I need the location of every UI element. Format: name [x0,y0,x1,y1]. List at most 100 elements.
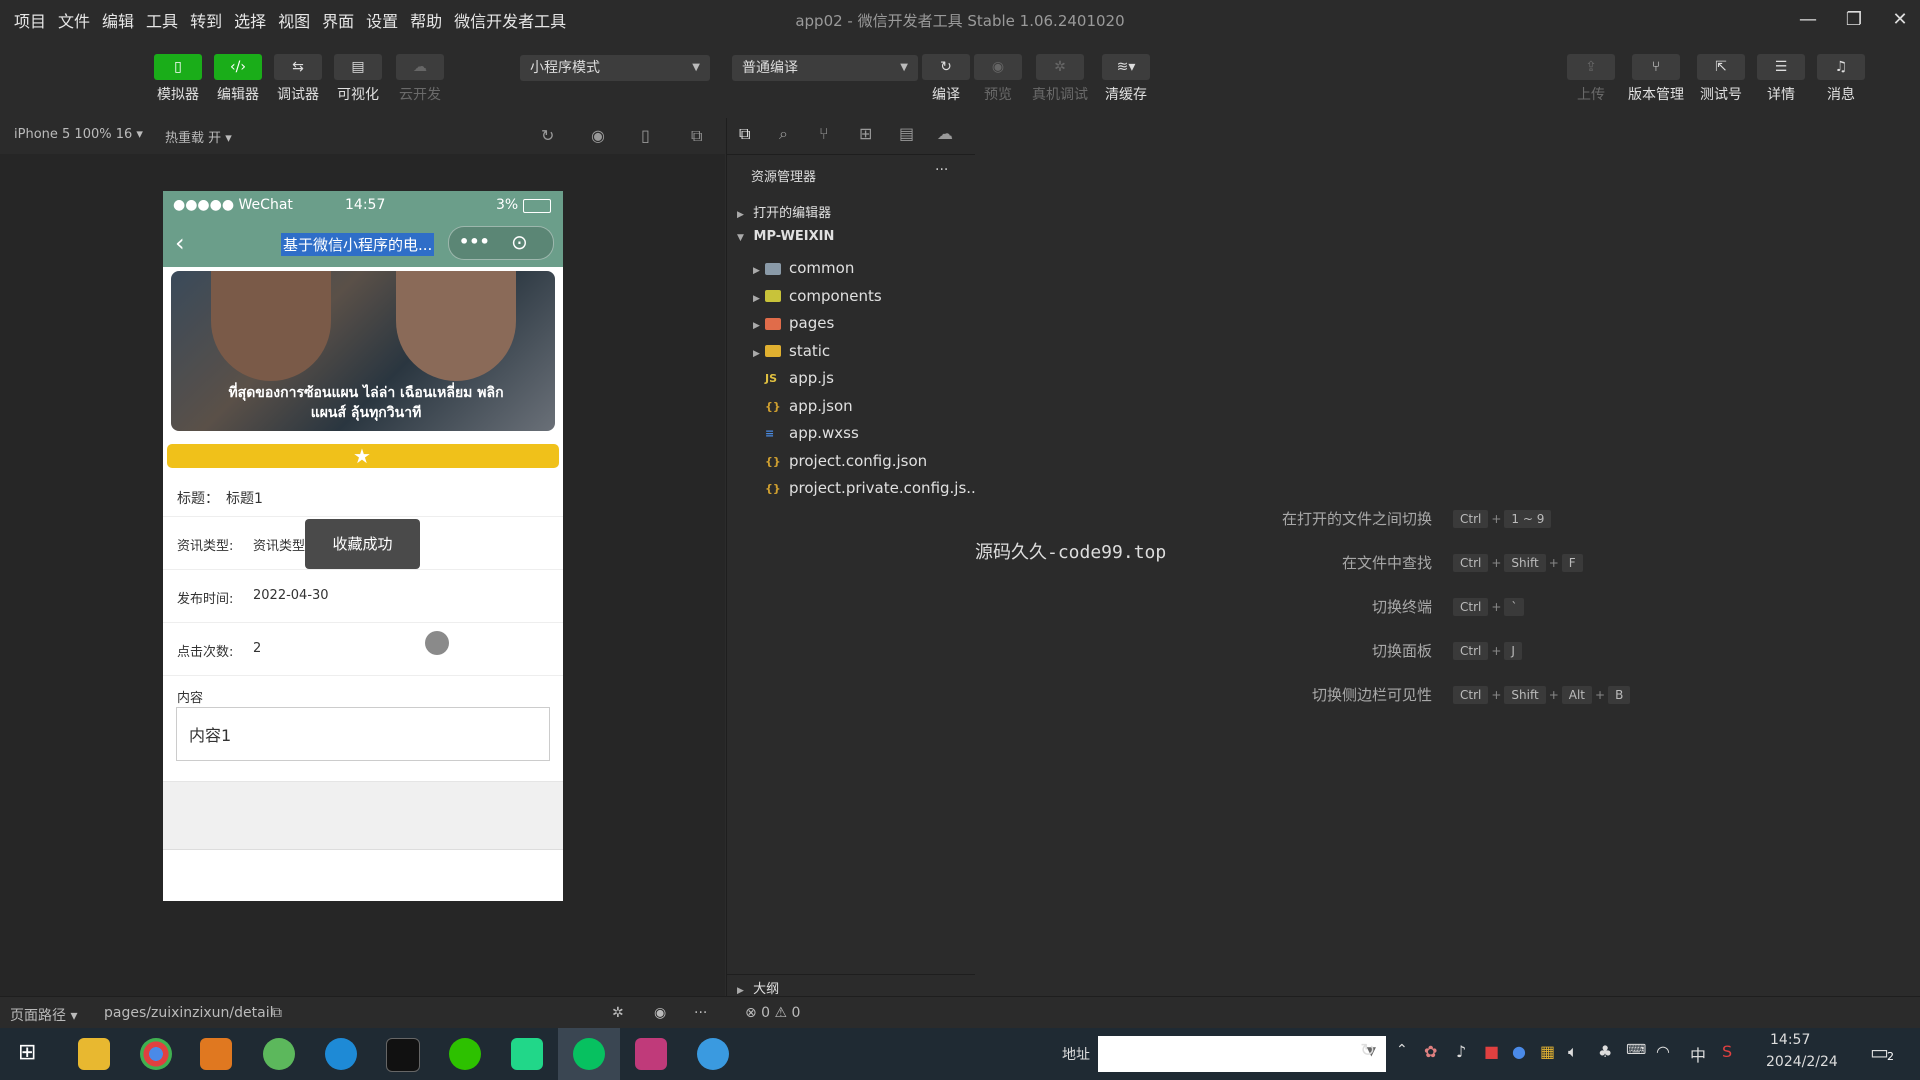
app-icon[interactable] [697,1038,729,1070]
file-json-icon: {} [765,399,781,413]
sogou-icon[interactable]: S [1722,1042,1732,1061]
close-icon[interactable]: ✕ [1886,6,1914,34]
mode-select[interactable]: 小程序模式 ▼ [520,55,710,81]
refresh-icon[interactable]: ↻ [1360,1040,1375,1061]
bug-icon[interactable]: ✲ [612,1005,624,1021]
extensions-icon[interactable]: ⊞ [859,124,872,143]
chrome-icon[interactable] [140,1038,172,1070]
intellij-icon[interactable] [635,1038,667,1070]
refresh-icon: ↻ [922,54,970,80]
popout-icon[interactable]: ⧉ [691,126,702,146]
search-icon[interactable]: ⌕ [779,124,788,144]
toast-message: 收藏成功 [305,519,420,569]
tree-item-static[interactable]: ▶ static [753,342,830,360]
wechat-devtools-icon[interactable] [573,1038,605,1070]
files-icon[interactable]: ⧉ [739,124,750,144]
more-icon[interactable]: ••• [459,232,490,251]
tree-item-app-json[interactable]: {} app.json [765,397,853,415]
device-select[interactable]: iPhone 5 100% 16 ▾ [14,127,143,142]
compile-select[interactable]: 普通编译 ▼ [732,55,918,81]
toolbar-phone-button[interactable]: ▯ 模拟器 [150,54,206,104]
page-path-label[interactable]: 页面路径 ▾ [10,1005,77,1025]
ime-mode-icon[interactable]: ⌨ [1626,1042,1646,1058]
wechat-icon[interactable] [449,1038,481,1070]
toolbar-upload-button[interactable]: ⇪ 上传 [1563,54,1619,104]
toolbar-layers-button[interactable]: ≋▾ 清缓存 [1098,54,1154,104]
star-icon[interactable]: ★ [353,444,371,468]
address-label: 地址 [1062,1047,1090,1063]
toolbar-cloud-button[interactable]: ☁ 云开发 [392,54,448,104]
problems-count[interactable]: ⊗ 0 ⚠ 0 [745,1005,800,1021]
terminal-icon[interactable] [386,1038,420,1072]
maximize-icon[interactable]: ❐ [1840,6,1868,34]
code-icon: ‹/› [214,54,262,80]
toolbar-code-button[interactable]: ‹/› 编辑器 [210,54,266,104]
chevron-right-icon[interactable]: ▶ [753,266,765,276]
chevron-right-icon[interactable]: ▶ [753,294,765,304]
tree-item-app-js[interactable]: JS app.js [765,369,834,387]
toolbar-branch-button[interactable]: ⑂ 版本管理 [1628,54,1684,104]
notification-count: 2 [1887,1050,1894,1063]
chevron-right-icon[interactable]: ▶ [753,321,765,331]
git-icon[interactable]: ⑂ [819,124,829,143]
hotreload-toggle[interactable]: 热重载 开 ▾ [165,127,232,146]
qq-icon[interactable]: ♣ [1598,1042,1612,1061]
toolbar-layout-button[interactable]: ▤ 可视化 [330,54,386,104]
toolbar-bug-button[interactable]: ✲ 真机调试 [1032,54,1088,104]
toolbar-menu-button[interactable]: ☰ 详情 [1753,54,1809,104]
toolbar-share-button[interactable]: ⇱ 测试号 [1693,54,1749,104]
tray-app-icon[interactable]: ■ [1484,1042,1499,1061]
tray-app-icon[interactable]: ▦ [1540,1042,1555,1061]
copy-icon[interactable]: ⧉ [272,1005,282,1021]
edge-icon[interactable] [325,1038,357,1070]
tray-up-icon[interactable]: ⌃ [1396,1042,1408,1058]
toolbar-button-label: 编辑器 [217,87,259,103]
clock-time[interactable]: 14:57 [1770,1032,1810,1048]
rotate-icon[interactable]: ▯ [641,126,650,145]
tree-item-components[interactable]: ▶ components [753,287,882,305]
layers-icon: ≋▾ [1102,54,1150,80]
layout-icon[interactable]: ▤ [899,124,914,143]
ime-indicator[interactable]: 中 [1690,1042,1706,1066]
toolbar-refresh-button[interactable]: ↻ 编译 [918,54,974,104]
mic-icon[interactable]: ♪ [1456,1042,1466,1061]
toolbar-eye-button[interactable]: ◉ 预览 [970,54,1026,104]
open-editors-section[interactable]: ▶ 打开的编辑器 [737,202,831,221]
outline-section[interactable]: ▶ 大纲 [727,974,975,997]
sublime-icon[interactable] [200,1038,232,1070]
eye-icon: ◉ [974,54,1022,80]
cloud-icon[interactable]: ☁ [937,124,953,143]
back-icon[interactable]: ‹ [175,229,185,257]
minimize-icon[interactable]: — [1794,6,1822,34]
tree-item-pages[interactable]: ▶ pages [753,314,834,332]
tree-item-common[interactable]: ▶ common [753,259,854,277]
close-miniapp-icon[interactable]: ⊙ [511,230,528,254]
address-input[interactable]: ▼ [1098,1036,1386,1072]
tray-app-icon[interactable]: ✿ [1424,1042,1437,1061]
windows-start-icon[interactable]: ⊞ [18,1040,36,1065]
pycharm-icon[interactable] [511,1038,543,1070]
toolbar-debug-button[interactable]: ⇆ 调试器 [270,54,326,104]
file-explorer-icon[interactable] [78,1038,110,1070]
volume-icon[interactable]: 🔈︎ [1568,1042,1578,1062]
field-clicks: 点击次数: 2 [163,623,563,676]
more-icon[interactable]: ··· [935,162,948,178]
chevron-right-icon[interactable]: ▶ [753,349,765,359]
tree-item-app-wxss[interactable]: ≡ app.wxss [765,424,859,442]
explorer-title: 资源管理器 [751,170,817,185]
clock-date[interactable]: 2024/2/24 [1766,1054,1838,1070]
bottom-bar [163,782,563,849]
eye-icon[interactable]: ◉ [654,1005,666,1021]
tree-item-project-config-json[interactable]: {} project.config.json [765,452,927,470]
refresh-icon[interactable]: ↻ [541,126,554,145]
tree-item-project-private-config-js-[interactable]: {} project.private.config.js... [765,479,981,497]
favorite-bar[interactable]: ★ [167,444,559,468]
toolbar-bell-button[interactable]: ♫ 消息 [1813,54,1869,104]
wifi-icon[interactable]: ◠ [1656,1042,1670,1061]
tray-app-icon[interactable]: ● [1512,1042,1526,1061]
more-icon[interactable]: ··· [694,1005,707,1021]
project-section[interactable]: ▼ MP-WEIXIN [737,229,834,244]
browser-icon[interactable] [263,1038,295,1070]
shortcut-keys: Ctrl +1 ~ 9 [1450,509,1554,528]
stop-icon[interactable]: ◉ [591,126,605,145]
